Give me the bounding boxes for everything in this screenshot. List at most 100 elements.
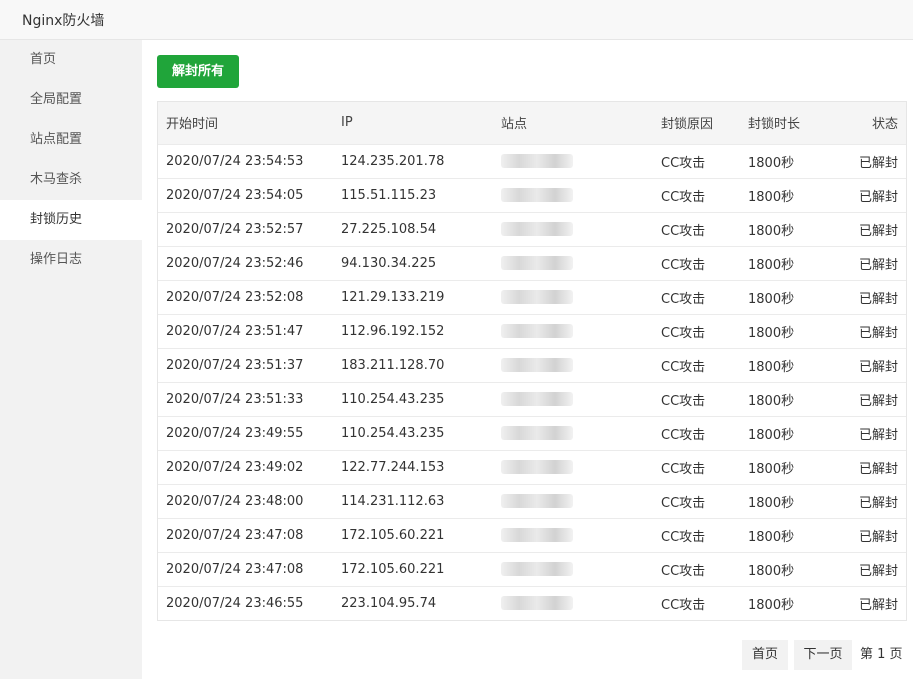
cell-start-time: 2020/07/24 23:49:55 [166,425,304,441]
table-row: 2020/07/24 23:52:08 121.29.133.219 CC攻击 180… [158,280,906,314]
table-row: 2020/07/24 23:52:46 94.130.34.225 CC攻击 1800… [158,246,906,280]
cell-start-time: 2020/07/24 23:46:55 [166,595,304,611]
window-title: Nginx防火墙 [22,13,105,29]
column-header-duration[interactable]: 封锁时长 [748,102,848,144]
table-row: 2020/07/24 23:48:00 114.231.112.63 CC攻击 180… [158,484,906,518]
window-titlebar: Nginx防火墙 [0,0,913,40]
cell-duration: 1800秒 [748,291,795,307]
pagination-first-button[interactable]: 首页 [742,640,788,670]
sidebar-item-label: 封锁历史 [30,212,83,227]
cell-ip: 124.235.201.78 [341,153,445,169]
block-history-table: 开始时间 IP 站点 封锁原因 封锁时长 状态 2020/07/24 23:54… [157,101,907,621]
cell-start-time: 2020/07/24 23:47:08 [166,561,304,577]
table-row: 2020/07/24 23:47:08 172.105.60.221 CC攻击 180… [158,518,906,552]
sidebar-item-label: 站点配置 [30,132,83,147]
redacted-site-value [501,290,573,304]
redacted-site-value [501,562,573,576]
sidebar-item-operation-log[interactable]: 操作日志 [0,240,142,280]
cell-status: 已解封 [858,189,898,205]
column-header-reason[interactable]: 封锁原因 [661,102,748,144]
cell-status: 已解封 [858,257,898,273]
sidebar-item-block-history[interactable]: 封锁历史 [0,200,142,240]
cell-start-time: 2020/07/24 23:51:37 [166,357,304,373]
cell-reason: CC攻击 [661,189,706,205]
cell-status: 已解封 [858,359,898,375]
table-row: 2020/07/24 23:54:05 115.51.115.23 CC攻击 1800… [158,178,906,212]
sidebar-item-label: 首页 [30,52,57,67]
cell-status: 已解封 [858,291,898,307]
cell-reason: CC攻击 [661,461,706,477]
table-row: 2020/07/24 23:46:55 223.104.95.74 CC攻击 1800… [158,586,906,620]
table-row: 2020/07/24 23:51:47 112.96.192.152 CC攻击 180… [158,314,906,348]
cell-site [501,314,661,348]
cell-start-time: 2020/07/24 23:54:53 [166,153,304,169]
cell-duration: 1800秒 [748,461,795,477]
cell-reason: CC攻击 [661,529,706,545]
cell-reason: CC攻击 [661,563,706,579]
cell-ip: 110.254.43.235 [341,391,445,407]
redacted-site-value [501,256,573,270]
cell-start-time: 2020/07/24 23:48:00 [166,493,304,509]
cell-status: 已解封 [858,223,898,239]
redacted-site-value [501,596,573,611]
cell-start-time: 2020/07/24 23:52:57 [166,221,304,237]
cell-start-time: 2020/07/24 23:49:02 [166,459,304,475]
table-row: 2020/07/24 23:51:33 110.254.43.235 CC攻击 180… [158,382,906,416]
cell-start-time: 2020/07/24 23:52:08 [166,289,304,305]
redacted-site-value [501,222,573,236]
cell-status: 已解封 [858,427,898,443]
column-header-start-time[interactable]: 开始时间 [158,102,341,144]
cell-site [501,552,661,586]
cell-ip: 94.130.34.225 [341,255,437,271]
cell-status: 已解封 [858,529,898,545]
cell-status: 已解封 [858,325,898,341]
redacted-site-value [501,392,573,406]
cell-site [501,416,661,450]
table-body: 2020/07/24 23:54:53 124.235.201.78 CC攻击 180… [158,144,906,620]
redacted-site-value [501,494,573,508]
redacted-site-value [501,324,573,338]
table-header-row: 开始时间 IP 站点 封锁原因 封锁时长 状态 [158,102,906,144]
cell-site [501,518,661,552]
sidebar-item-trojan-scan[interactable]: 木马查杀 [0,160,142,200]
sidebar-item-label: 操作日志 [30,252,83,267]
cell-site [501,144,661,178]
cell-duration: 1800秒 [748,495,795,511]
cell-ip: 223.104.95.74 [341,595,437,611]
sidebar-item-label: 全局配置 [30,92,83,107]
cell-site [501,178,661,212]
cell-reason: CC攻击 [661,223,706,239]
cell-reason: CC攻击 [661,597,706,613]
cell-duration: 1800秒 [748,325,795,341]
pagination-next-button[interactable]: 下一页 [794,640,852,670]
cell-reason: CC攻击 [661,291,706,307]
cell-reason: CC攻击 [661,359,706,375]
column-header-site[interactable]: 站点 [501,102,661,144]
cell-ip: 110.254.43.235 [341,425,445,441]
unban-all-button[interactable]: 解封所有 [157,55,239,88]
cell-reason: CC攻击 [661,325,706,341]
column-header-ip[interactable]: IP [341,102,501,144]
cell-status: 已解封 [858,461,898,477]
cell-status: 已解封 [858,597,898,613]
redacted-site-value [501,358,573,372]
redacted-site-value [501,460,573,474]
cell-site [501,382,661,416]
cell-ip: 172.105.60.221 [341,527,445,543]
cell-ip: 183.211.128.70 [341,357,445,373]
sidebar-item-global-config[interactable]: 全局配置 [0,80,142,120]
cell-ip: 112.96.192.152 [341,323,445,339]
cell-duration: 1800秒 [748,223,795,239]
cell-reason: CC攻击 [661,155,706,171]
sidebar-item-site-config[interactable]: 站点配置 [0,120,142,160]
redacted-site-value [501,528,573,542]
table-row: 2020/07/24 23:52:57 27.225.108.54 CC攻击 1800… [158,212,906,246]
column-header-status[interactable]: 状态 [848,102,906,144]
sidebar-item-home[interactable]: 首页 [0,40,142,80]
redacted-site-value [501,154,573,168]
redacted-site-value [501,188,573,202]
cell-reason: CC攻击 [661,393,706,409]
cell-site [501,586,661,620]
cell-start-time: 2020/07/24 23:51:33 [166,391,304,407]
cell-duration: 1800秒 [748,155,795,171]
